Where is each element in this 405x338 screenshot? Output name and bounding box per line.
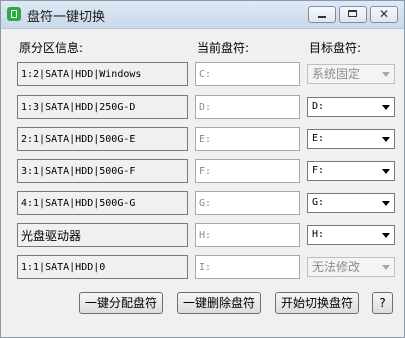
target-letter-value: E:	[312, 133, 325, 144]
target-letter-select[interactable]: F:	[307, 161, 395, 181]
header-current-letter: 当前盘符:	[197, 41, 250, 55]
dropdown-arrow-icon	[382, 233, 390, 238]
partition-row: 3:1|SATA|HDD|500G-F F: F:	[1, 159, 405, 185]
partition-info-field: 1:1|SATA|HDD|0	[17, 255, 188, 279]
partition-info-field: 1:3|SATA|HDD|250G-D	[17, 95, 188, 119]
partition-row: 1:1|SATA|HDD|0 I: 无法修改	[1, 255, 405, 281]
header-target-letter: 目标盘符:	[309, 41, 362, 55]
current-letter-field: D:	[195, 95, 300, 119]
partition-info-field: 3:1|SATA|HDD|500G-F	[17, 159, 188, 183]
target-letter-select: 无法修改	[307, 257, 395, 277]
current-letter-field: F:	[195, 159, 300, 183]
assign-letters-button[interactable]: 一键分配盘符	[79, 292, 163, 314]
current-letter-field: E:	[195, 127, 300, 151]
dropdown-arrow-icon	[382, 201, 390, 206]
partition-row: 2:1|SATA|HDD|500G-E E: E:	[1, 127, 405, 153]
close-icon: ✕	[378, 7, 390, 21]
target-letter-value: D:	[312, 101, 325, 112]
target-letter-select: 系统固定	[307, 64, 395, 84]
dropdown-arrow-icon	[382, 72, 390, 77]
partition-row: 4:1|SATA|HDD|500G-G G: G:	[1, 191, 405, 217]
target-letter-select[interactable]: G:	[307, 193, 395, 213]
target-letter-value: 系统固定	[312, 67, 361, 81]
header-original-partition: 原分区信息:	[19, 41, 84, 55]
dropdown-arrow-icon	[382, 169, 390, 174]
current-letter-field: G:	[195, 191, 300, 215]
app-icon	[7, 7, 21, 21]
main-window: 盘符一键切换 ✕ 原分区信息: 当前盘符: 目标盘符: 1:2|SATA|HDD…	[0, 0, 405, 338]
target-letter-value: H:	[312, 229, 325, 240]
maximize-button[interactable]	[339, 6, 367, 23]
target-letter-value: G:	[312, 197, 325, 208]
target-letter-select[interactable]: H:	[307, 225, 395, 245]
target-letter-select[interactable]: D:	[307, 97, 395, 117]
current-letter-field: I:	[195, 255, 300, 279]
partition-info-field: 4:1|SATA|HDD|500G-G	[17, 191, 188, 215]
maximize-icon	[348, 10, 357, 17]
target-letter-select[interactable]: E:	[307, 129, 395, 149]
help-button[interactable]: ?	[372, 292, 393, 314]
target-letter-value: F:	[312, 165, 325, 176]
close-button[interactable]: ✕	[370, 6, 398, 23]
minimize-button[interactable]	[308, 6, 336, 23]
dropdown-arrow-icon	[382, 265, 390, 270]
title-bar[interactable]: 盘符一键切换 ✕	[1, 1, 404, 29]
partition-row: 1:2|SATA|HDD|Windows C: 系统固定	[1, 62, 405, 88]
partition-info-field: 2:1|SATA|HDD|500G-E	[17, 127, 188, 151]
current-letter-field: C:	[195, 62, 300, 86]
partition-info-field: 光盘驱动器	[17, 223, 188, 247]
partition-info-field: 1:2|SATA|HDD|Windows	[17, 62, 188, 86]
dropdown-arrow-icon	[382, 137, 390, 142]
target-letter-value: 无法修改	[312, 260, 361, 274]
partition-row: 1:3|SATA|HDD|250G-D D: D:	[1, 95, 405, 121]
dropdown-arrow-icon	[382, 105, 390, 110]
delete-letters-button[interactable]: 一键删除盘符	[177, 292, 261, 314]
window-title: 盘符一键切换	[27, 10, 106, 25]
minimize-icon	[318, 16, 326, 18]
current-letter-field: H:	[195, 223, 300, 247]
partition-row: 光盘驱动器 H: H:	[1, 223, 405, 249]
start-switch-button[interactable]: 开始切换盘符	[275, 292, 359, 314]
